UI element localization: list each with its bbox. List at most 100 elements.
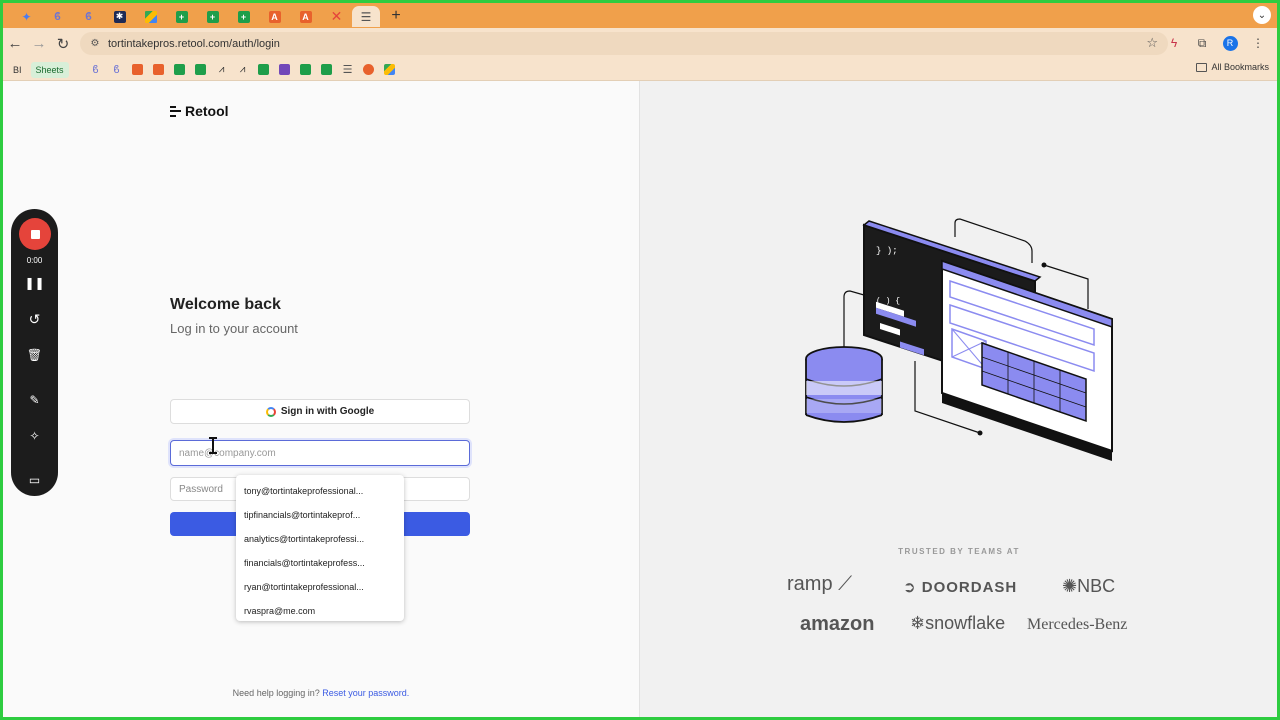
autocomplete-item[interactable]: tony@tortintakeprofessional... — [236, 479, 404, 503]
close-icon: ✕ — [330, 8, 343, 24]
drive-icon[interactable] — [382, 62, 398, 78]
all-bookmarks[interactable]: All Bookmarks — [1196, 62, 1269, 72]
retool-logo-icon — [170, 105, 181, 117]
brand-nbc: ✺NBC — [1062, 576, 1116, 596]
code-snippet: ( ) { — [876, 297, 900, 306]
folder-icon — [1196, 62, 1208, 72]
toolbar-right: ϟ ⧉ R ⋮ — [1163, 32, 1277, 54]
browser-toolbar: ← → ↻ ⚙ tortintakepros.retool.com/auth/l… — [3, 28, 1277, 59]
autocomplete-item[interactable]: rvaspra@me.com — [236, 599, 404, 623]
code-snippet: } ); — [876, 246, 898, 256]
stop-recording-button[interactable] — [19, 218, 51, 250]
avatar: R — [1222, 35, 1238, 51]
tab-acrobat-1[interactable]: A — [259, 6, 290, 27]
acrobat-icon: A — [268, 10, 281, 23]
bookmarks-bar: BI Sheets ϐ ϐ ⩘ ⩘ ☰ All Bookmarks — [3, 59, 1277, 81]
sheets-icon: + — [206, 10, 219, 23]
recording-time: 0:00 — [26, 256, 43, 265]
back-icon[interactable]: ← — [3, 32, 27, 56]
restart-icon[interactable]: ↺ — [22, 308, 47, 330]
tab-acrobat-2[interactable]: A — [290, 6, 321, 27]
tab-drive[interactable] — [135, 6, 166, 27]
brand-mercedes: Mercedes-Benz — [1027, 616, 1128, 633]
sheets-icon[interactable] — [298, 62, 314, 78]
retool-icon[interactable]: ☰ — [340, 62, 356, 78]
reload-icon[interactable]: ↻ — [51, 32, 75, 56]
sheets-icon: + — [237, 10, 250, 23]
tab-close-x[interactable]: ✕ — [321, 6, 352, 27]
google-icon — [265, 406, 276, 417]
analytics-icon[interactable]: ⩘ — [235, 62, 251, 78]
help-text: Need help logging in? Reset your passwor… — [3, 688, 639, 698]
trusted-label: TRUSTED BY TEAMS AT — [898, 547, 1020, 556]
autocomplete-item[interactable]: analytics@tortintakeprofessi... — [236, 527, 404, 551]
retool-icon: ☰ — [360, 9, 372, 24]
pencil-icon[interactable]: ✎ — [22, 389, 47, 411]
effects-icon[interactable]: ✧ — [22, 425, 47, 447]
claude-icon: ϐ — [85, 10, 92, 23]
tab-search-button[interactable]: ⌄ — [1253, 6, 1271, 24]
claude-icon[interactable]: ϐ — [88, 62, 104, 78]
page: Retool Welcome back Log in to your accou… — [3, 81, 1277, 717]
sheets-icon[interactable] — [256, 62, 272, 78]
sheets-icon[interactable] — [193, 62, 209, 78]
forward-icon[interactable]: → — [27, 32, 51, 56]
menu-icon[interactable]: ⋮ — [1247, 32, 1269, 54]
address-bar[interactable]: ⚙ tortintakepros.retool.com/auth/login ☆ — [80, 32, 1168, 55]
stop-icon — [30, 229, 40, 239]
google-signin-label: Sign in with Google — [280, 406, 375, 417]
tab-retool[interactable]: ☰ — [352, 6, 380, 27]
tab-gemini[interactable]: ✦ — [11, 6, 42, 27]
login-panel: Retool Welcome back Log in to your accou… — [3, 81, 639, 717]
sheets-icon: + — [175, 10, 188, 23]
page-subtitle: Log in to your account — [170, 321, 298, 336]
extension-icon[interactable]: ϟ — [1163, 32, 1185, 54]
help-label: Need help logging in? — [232, 688, 320, 698]
acrobat-icon: A — [299, 10, 312, 23]
product-illustration: } ); ( ) { — [805, 218, 1113, 461]
site-info-icon[interactable]: ⚙ — [88, 37, 102, 51]
google-signin-button[interactable]: Sign in with Google — [170, 399, 470, 424]
url-text: tortintakepros.retool.com/auth/login — [108, 37, 280, 50]
tab-claude-2[interactable]: ϐ — [73, 6, 104, 27]
bookmark-star-icon[interactable]: ☆ — [1146, 35, 1158, 51]
marketing-panel: } ); ( ) {TRUSTED BY TEAMS AT ramp ⟋ ➲ … — [639, 81, 1277, 717]
bookmark-bi[interactable]: BI — [9, 62, 26, 78]
autocomplete-item[interactable]: financials@tortintakeprofess... — [236, 551, 404, 575]
screen-recorder: 0:00 ❚❚ ↺ 🗑 ✎ ✧ ▭ — [11, 209, 58, 496]
brand-ramp: ramp ⟋ — [787, 573, 853, 595]
camera-icon[interactable]: ▭ — [22, 469, 47, 491]
reset-password-link[interactable]: Reset your password. — [322, 688, 409, 698]
new-tab-button[interactable]: + — [384, 6, 408, 26]
sheets-icon[interactable] — [172, 62, 188, 78]
claude-icon[interactable]: ϐ — [109, 62, 125, 78]
drive-icon — [144, 10, 157, 23]
all-bookmarks-label: All Bookmarks — [1211, 62, 1269, 72]
gemini-icon: ✦ — [21, 9, 32, 24]
pause-icon[interactable]: ❚❚ — [22, 272, 47, 294]
zapier-icon: ✱ — [113, 10, 126, 23]
profile-button[interactable]: R — [1219, 32, 1241, 54]
claude-icon: ϐ — [54, 10, 61, 23]
email-autocomplete-dropdown: tony@tortintakeprofessional... tipfinanc… — [236, 475, 404, 621]
autocomplete-item[interactable]: tipfinancials@tortintakeprof... — [236, 503, 404, 527]
tab-claude-1[interactable]: ϐ — [42, 6, 73, 27]
sheets-icon[interactable] — [319, 62, 335, 78]
brand-snowflake: ❄snowflake — [910, 613, 1006, 633]
zapier-icon[interactable] — [361, 62, 377, 78]
tab-sheets-3[interactable]: + — [228, 6, 259, 27]
tab-sheets-2[interactable]: + — [197, 6, 228, 27]
analytics-icon[interactable]: ⩘ — [214, 62, 230, 78]
tab-sheets-1[interactable]: + — [166, 6, 197, 27]
forms-icon[interactable] — [277, 62, 293, 78]
tab-zapier[interactable]: ✱ — [104, 6, 135, 27]
trash-icon[interactable]: 🗑 — [22, 344, 47, 366]
acrobat-icon[interactable] — [151, 62, 167, 78]
logo-text: Retool — [185, 103, 229, 119]
bookmark-sheets[interactable]: Sheets — [30, 61, 69, 78]
retool-logo: Retool — [170, 103, 229, 119]
acrobat-icon[interactable] — [130, 62, 146, 78]
puzzle-icon[interactable]: ⧉ — [1191, 32, 1213, 54]
text-cursor-icon — [209, 437, 217, 454]
autocomplete-item[interactable]: ryan@tortintakeprofessional... — [236, 575, 404, 599]
